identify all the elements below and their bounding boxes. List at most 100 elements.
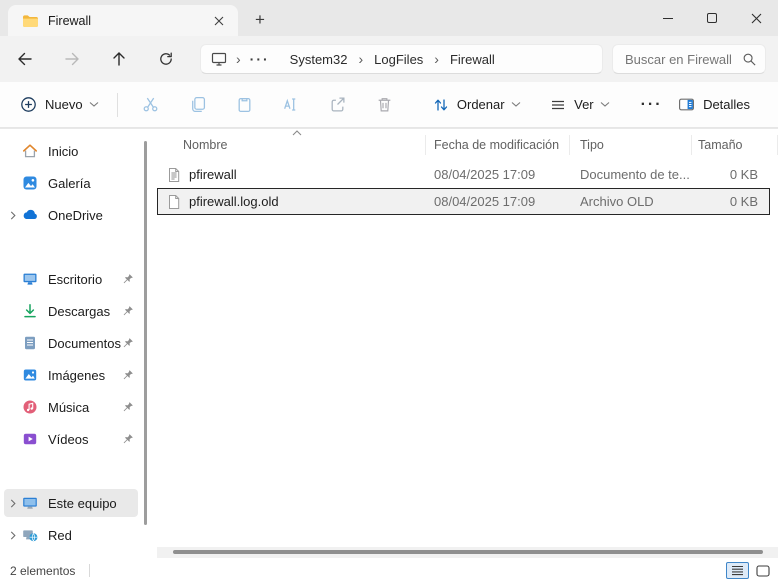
sidebar-item-label: Vídeos <box>48 432 122 447</box>
copy-icon <box>189 96 206 113</box>
maximize-button[interactable] <box>690 0 734 36</box>
new-plus-icon <box>20 96 37 113</box>
sidebar-item-inicio[interactable]: Inicio <box>4 137 138 165</box>
back-button[interactable] <box>10 44 40 74</box>
pin-icon <box>122 369 134 381</box>
text-file-icon <box>166 167 182 183</box>
delete-button[interactable] <box>365 88 404 122</box>
file-name: pfirewall.log.old <box>189 194 279 209</box>
pictures-icon <box>22 367 38 383</box>
gallery-icon <box>22 175 38 191</box>
status-divider <box>89 564 90 577</box>
plus-icon: + <box>255 10 265 30</box>
column-header-tipo[interactable]: Tipo <box>570 135 692 155</box>
sidebar-scrollbar[interactable] <box>144 141 147 525</box>
expand-chevron-icon[interactable] <box>4 211 22 220</box>
file-type: Archivo OLD <box>570 194 692 209</box>
file-row-pfirewall-log-old[interactable]: pfirewall.log.old 08/04/2025 17:09 Archi… <box>157 188 770 215</box>
window-controls <box>646 0 778 36</box>
search-input[interactable]: Buscar en Firewall <box>612 44 766 74</box>
this-pc-icon <box>22 495 38 511</box>
explorer-body: Inicio Galería OneDrive <box>0 129 778 560</box>
details-view-toggle[interactable] <box>726 562 749 579</box>
sidebar-item-imagenes[interactable]: Imágenes <box>4 361 138 389</box>
column-header-nombre[interactable]: Nombre <box>157 135 426 155</box>
sidebar-item-este-equipo[interactable]: Este equipo <box>4 489 138 517</box>
copy-button[interactable] <box>178 88 217 122</box>
tab-close-button[interactable] <box>208 10 230 32</box>
share-icon <box>329 96 346 113</box>
sidebar-item-label: Escritorio <box>48 272 122 287</box>
view-button-label: Ver <box>574 97 594 112</box>
explorer-tab[interactable]: Firewall <box>8 5 238 36</box>
rename-button[interactable] <box>272 88 311 122</box>
music-icon <box>22 399 38 415</box>
rename-icon <box>282 96 299 113</box>
address-bar[interactable]: › ··· System32 › LogFiles › Firewall <box>200 44 603 74</box>
details-view-icon <box>731 565 744 576</box>
sort-button[interactable]: Ordenar <box>425 91 529 119</box>
details-pane-button[interactable]: Detalles <box>670 90 764 119</box>
sidebar-item-label: Imágenes <box>48 368 122 383</box>
forward-button[interactable] <box>57 44 87 74</box>
search-placeholder: Buscar en Firewall <box>625 52 742 67</box>
horizontal-scrollbar[interactable] <box>157 547 778 558</box>
view-list-icon <box>550 97 566 113</box>
share-button[interactable] <box>318 88 357 122</box>
sidebar-item-label: Red <box>48 528 138 543</box>
this-pc-icon <box>211 51 227 67</box>
folder-icon <box>22 13 38 29</box>
file-type: Documento de te... <box>570 167 692 182</box>
column-header-fecha[interactable]: Fecha de modificación <box>426 135 570 155</box>
refresh-button[interactable] <box>151 44 181 74</box>
more-options-button[interactable]: ··· <box>637 88 666 122</box>
chevron-down-icon <box>511 101 521 108</box>
sidebar-item-musica[interactable]: Música <box>4 393 138 421</box>
icons-view-icon <box>756 565 770 577</box>
breadcrumb-item-firewall[interactable]: Firewall <box>448 50 497 69</box>
sidebar-item-documentos[interactable]: Documentos <box>4 329 138 357</box>
expand-chevron-icon[interactable] <box>4 531 22 540</box>
navigation-bar: › ··· System32 › LogFiles › Firewall Bus… <box>0 36 778 82</box>
download-icon <box>22 303 38 319</box>
file-name: pfirewall <box>189 167 237 182</box>
up-button[interactable] <box>104 44 134 74</box>
sidebar-item-label: Inicio <box>48 144 138 159</box>
breadcrumb-chevron-icon: › <box>434 52 439 66</box>
close-button[interactable] <box>734 0 778 36</box>
sidebar-item-onedrive[interactable]: OneDrive <box>4 201 138 229</box>
paste-button[interactable] <box>225 88 264 122</box>
view-button[interactable]: Ver <box>542 91 618 119</box>
arrow-up-icon <box>111 51 127 67</box>
breadcrumb-item-logfiles[interactable]: LogFiles <box>372 50 425 69</box>
new-button-label: Nuevo <box>45 97 83 112</box>
breadcrumb-item-system32[interactable]: System32 <box>288 50 350 69</box>
horizontal-scrollbar-thumb[interactable] <box>173 550 763 554</box>
onedrive-icon <box>22 207 38 223</box>
pin-icon <box>122 433 134 445</box>
expand-chevron-icon[interactable] <box>4 499 22 508</box>
details-pane-icon <box>678 96 695 113</box>
column-header-tamano[interactable]: Tamaño <box>692 135 778 155</box>
cut-button[interactable] <box>132 88 171 122</box>
sidebar-item-videos[interactable]: Vídeos <box>4 425 138 453</box>
sidebar-item-escritorio[interactable]: Escritorio <box>4 265 138 293</box>
minimize-button[interactable] <box>646 0 690 36</box>
file-explorer-window: Firewall + <box>0 0 778 581</box>
file-row-pfirewall[interactable]: pfirewall 08/04/2025 17:09 Documento de … <box>157 161 770 188</box>
sidebar-item-label: Galería <box>48 176 138 191</box>
new-tab-button[interactable]: + <box>248 8 272 32</box>
pin-icon <box>122 337 134 349</box>
sidebar-item-descargas[interactable]: Descargas <box>4 297 138 325</box>
sidebar-item-label: OneDrive <box>48 208 138 223</box>
icons-view-toggle[interactable] <box>751 562 774 579</box>
sidebar-item-galeria[interactable]: Galería <box>4 169 138 197</box>
details-pane-label: Detalles <box>703 97 750 112</box>
pin-icon <box>122 305 134 317</box>
minimize-icon <box>663 18 673 19</box>
toolbar-divider <box>117 93 118 117</box>
breadcrumb-ellipsis-button[interactable]: ··· <box>250 51 270 67</box>
sidebar-item-red[interactable]: Red <box>4 521 138 549</box>
chevron-down-icon <box>89 101 99 108</box>
new-button[interactable]: Nuevo <box>12 90 107 119</box>
